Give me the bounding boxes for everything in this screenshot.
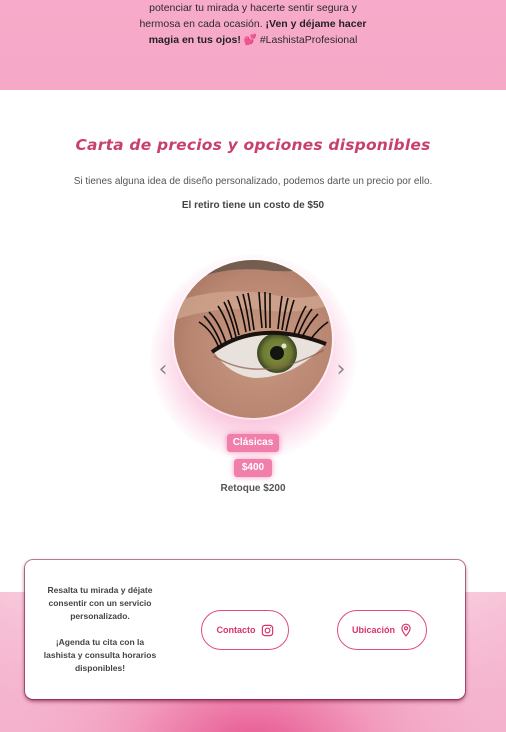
location-label: Ubicación	[351, 625, 395, 635]
hero-banner: potenciar tu mirada y hacerte sentir seg…	[0, 0, 506, 90]
hero-line-1: potenciar tu mirada y hacerte sentir seg…	[149, 2, 357, 14]
pricing-title: Carta de precios y opciones disponibles	[75, 136, 431, 154]
contact-card: Resalta tu mirada y déjate consentir con…	[25, 560, 465, 699]
contact-label: Contacto	[216, 625, 256, 635]
hero-text: potenciar tu mirada y hacerte sentir seg…	[130, 0, 376, 48]
removal-fee: El retiro tiene un costo de $50	[181, 200, 325, 211]
contact-button[interactable]: Contacto	[201, 610, 289, 650]
contact-card-text: Resalta tu mirada y déjate consentir con…	[43, 584, 157, 675]
hero-hashtag: #LashistaProfesional	[259, 34, 358, 46]
instagram-icon	[261, 624, 274, 637]
eyelash-photo	[174, 260, 332, 418]
hero-line-3: magia en tus ojos! 💕 #LashistaProfesiona…	[130, 32, 376, 48]
pricing-subtitle: Si tienes alguna idea de diseño personal…	[73, 176, 433, 187]
card-text-p2: ¡Agenda tu cita con la lashista y consul…	[43, 637, 157, 673]
hero-line-2: hermosa en cada ocasión. ¡Ven y déjame h…	[130, 16, 376, 32]
card-text-p1: Resalta tu mirada y déjate consentir con…	[47, 585, 153, 621]
category-badge: Clásicas	[227, 434, 279, 452]
map-pin-icon	[400, 623, 412, 637]
chevron-right-icon[interactable]: ›	[333, 359, 349, 381]
heart-icon: 💕	[243, 34, 257, 46]
hero-line-2-bold: ¡Ven y déjame hacer	[265, 18, 367, 30]
chevron-left-icon[interactable]: ‹	[155, 359, 171, 381]
price-badge: $400	[234, 459, 272, 477]
location-button[interactable]: Ubicación	[337, 610, 427, 650]
retouch-price: Retoque $200	[220, 483, 286, 494]
hero-line-2-plain: hermosa en cada ocasión.	[139, 18, 266, 30]
hero-line-3-bold: magia en tus ojos!	[148, 34, 241, 46]
